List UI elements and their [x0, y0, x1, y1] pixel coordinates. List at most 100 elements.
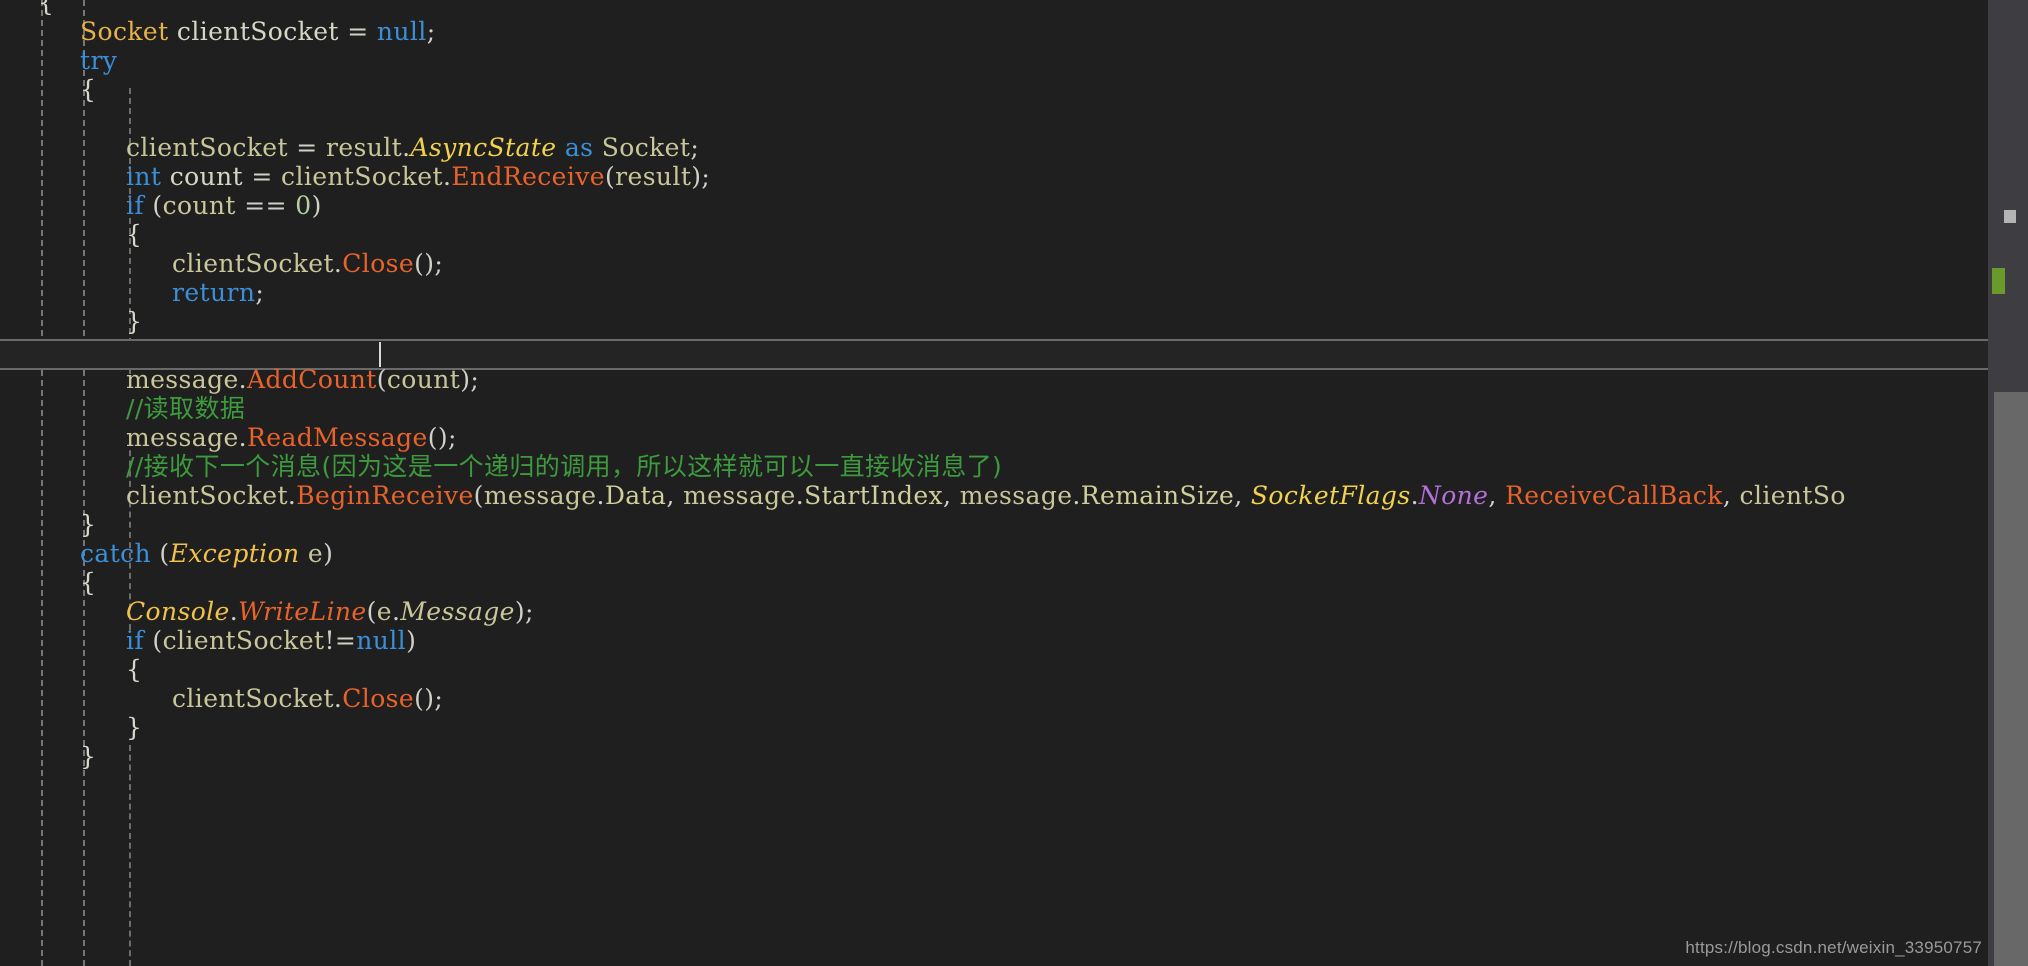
code-token: return — [172, 278, 256, 307]
code-token: message — [959, 481, 1073, 510]
code-line[interactable]: //接收下一个消息(因为这是一个递归的调用，所以这样就可以一直接收消息了) — [0, 452, 1988, 481]
code-token: clientSo — [1739, 481, 1846, 510]
code-token: ); — [460, 365, 480, 394]
code-line[interactable]: { — [0, 655, 1988, 684]
code-token: as — [564, 133, 594, 162]
code-token: e — [376, 597, 392, 626]
code-editor[interactable]: {Socket clientSocket = null; try{clientSo… — [0, 0, 2028, 966]
code-token: Socket — [80, 17, 169, 46]
code-token: AddCount — [247, 365, 377, 394]
code-token: message — [483, 481, 597, 510]
code-token: clientSocket — [172, 249, 334, 278]
vertical-scrollbar[interactable] — [1988, 0, 2028, 966]
code-line[interactable]: message.AddCount(count); — [0, 365, 1988, 394]
code-token: (); — [414, 249, 444, 278]
code-token: { — [38, 0, 55, 17]
code-token: ( — [152, 626, 163, 655]
code-token: Message — [400, 597, 515, 626]
code-token: //读取数据 — [126, 394, 246, 423]
code-line[interactable]: if (count == 0) — [0, 191, 1988, 220]
code-token: 0 — [295, 191, 312, 220]
code-token: = — [347, 17, 377, 46]
code-token: . — [1410, 481, 1419, 510]
code-token: result — [325, 133, 403, 162]
text-caret — [379, 342, 381, 367]
code-token: clientSocket — [162, 626, 325, 655]
code-token: int — [126, 162, 162, 191]
code-token: } — [80, 510, 97, 539]
code-line[interactable]: } — [0, 510, 1988, 539]
code-token: message — [126, 423, 239, 452]
code-line[interactable]: clientSocket.Close(); — [0, 684, 1988, 713]
code-line[interactable]: Socket clientSocket = null; — [0, 17, 1988, 46]
code-line[interactable]: { — [0, 75, 1988, 104]
code-token: WriteLine — [238, 597, 367, 626]
code-token: Close — [342, 684, 415, 713]
code-token: ); — [514, 597, 534, 626]
code-token: ReadMessage — [247, 423, 428, 452]
code-line[interactable]: { — [0, 220, 1988, 249]
code-token: , — [1234, 481, 1251, 510]
code-line[interactable]: clientSocket.BeginReceive(message.Data, … — [0, 481, 1988, 510]
code-line[interactable]: if (clientSocket!=null) — [0, 626, 1988, 655]
code-line[interactable]: { — [0, 0, 1988, 17]
code-line[interactable]: return; — [0, 278, 1988, 307]
code-token: None — [1418, 481, 1489, 510]
code-token: //接收下一个消息(因为这是一个递归的调用，所以这样就可以一直接收消息了) — [126, 452, 1003, 481]
code-token: Data — [604, 481, 667, 510]
code-token: (); — [414, 684, 444, 713]
code-token: . — [238, 365, 248, 394]
scrollbar-thumb[interactable] — [1994, 392, 2028, 966]
code-token: count — [386, 365, 461, 394]
code-token: Socket — [601, 133, 691, 162]
code-token: clientSocket — [126, 481, 288, 510]
code-token: StartIndex — [804, 481, 944, 510]
code-token: ) — [406, 626, 417, 655]
code-line[interactable]: } — [0, 307, 1988, 336]
code-token: message — [683, 481, 796, 510]
code-token: ; — [690, 133, 700, 162]
code-line[interactable]: try — [0, 46, 1988, 75]
code-token: clientSocket — [172, 684, 334, 713]
code-line[interactable]: clientSocket = result.AsyncState as Sock… — [0, 133, 1988, 162]
code-token: ) — [311, 191, 322, 220]
code-line[interactable]: catch (Exception e) — [0, 539, 1988, 568]
code-token: count — [162, 191, 245, 220]
code-line[interactable]: //读取数据 — [0, 394, 1988, 423]
code-line[interactable]: message.ReadMessage(); — [0, 423, 1988, 452]
code-line[interactable]: } — [0, 713, 1988, 742]
code-text[interactable]: {Socket clientSocket = null; try{clientSo… — [0, 0, 1988, 771]
code-token: ( — [366, 597, 377, 626]
code-token: if — [126, 191, 145, 220]
code-line[interactable] — [0, 104, 1988, 133]
code-token: , — [666, 481, 684, 510]
code-line[interactable]: int count = clientSocket.EndReceive(resu… — [0, 162, 1988, 191]
code-token: Exception — [169, 539, 300, 568]
code-token: } — [126, 713, 143, 742]
code-token: try — [80, 46, 118, 75]
code-token: SocketFlags — [1250, 481, 1411, 510]
code-token: ; — [255, 278, 265, 307]
code-token: } — [126, 307, 143, 336]
code-token: ); — [691, 162, 711, 191]
code-token: { — [80, 75, 97, 104]
info-marker — [2004, 210, 2016, 223]
code-token: != — [324, 626, 357, 655]
code-surface[interactable]: {Socket clientSocket = null; try{clientSo… — [0, 0, 1988, 966]
code-token: EndReceive — [451, 162, 605, 191]
code-token: . — [596, 481, 605, 510]
code-token: ( — [152, 191, 163, 220]
code-line[interactable]: clientSocket.Close(); — [0, 249, 1988, 278]
code-token: clientSocket — [281, 162, 443, 191]
code-line[interactable]: } — [0, 742, 1988, 771]
code-token: { — [80, 568, 97, 597]
code-line[interactable]: { — [0, 568, 1988, 597]
code-token: ( — [473, 481, 484, 510]
code-token: Console — [126, 597, 230, 626]
code-line[interactable]: Console.WriteLine(e.Message); — [0, 597, 1988, 626]
code-token: . — [238, 423, 248, 452]
code-line[interactable] — [0, 336, 1988, 365]
code-token: ; — [426, 17, 436, 46]
code-token: = — [296, 133, 326, 162]
